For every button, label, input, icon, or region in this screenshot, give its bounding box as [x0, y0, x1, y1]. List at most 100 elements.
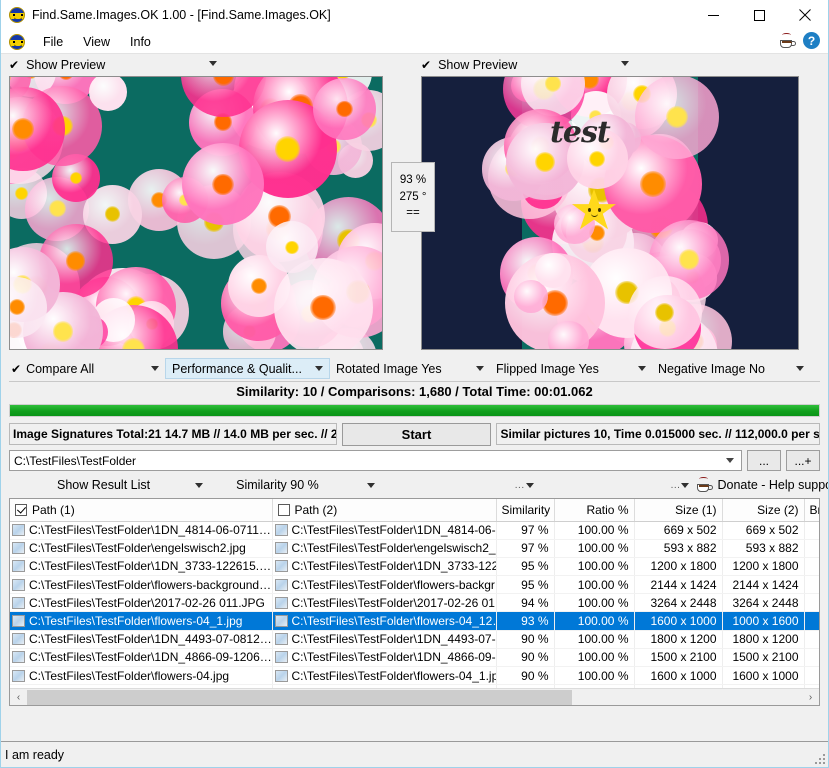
start-button[interactable]: Start [341, 422, 492, 446]
donate-dropdown[interactable]: Donate - Help suppo... [696, 477, 828, 492]
menu-item-view[interactable]: View [73, 33, 120, 51]
menu-item-info[interactable]: Info [120, 33, 161, 51]
chevron-down-icon-more-2[interactable] [681, 482, 690, 488]
option-performance-quality[interactable]: Performance & Qualit... [165, 358, 330, 379]
table-row[interactable]: C:\TestFiles\TestFolder\engelswisch2.jpg… [10, 539, 819, 558]
chevron-down-icon-right[interactable] [621, 61, 629, 66]
status-bar-text: I am ready [5, 747, 65, 762]
cell-path2-text: C:\TestFiles\TestFolder\1DN_4814-06-… [291, 523, 496, 538]
match-equals-indicator: == [406, 207, 420, 220]
cell-path2-text: C:\TestFiles\TestFolder\1DN_3733-122… [291, 559, 496, 574]
table-row[interactable]: C:\TestFiles\TestFolder\1DN_4866-09-1206… [10, 648, 819, 668]
cell-path2-text: C:\TestFiles\TestFolder\flowers-04_12… [291, 614, 496, 629]
table-row[interactable]: C:\TestFiles\TestFolder\1DN_3733-122615.… [10, 557, 819, 577]
column-header-similarity-label: Similarity [501, 502, 551, 517]
select-all-checkbox-path1[interactable] [15, 503, 27, 516]
cell-size2: 3264 x 2448 [722, 593, 805, 613]
chevron-down-icon-similarity[interactable] [366, 482, 375, 488]
check-icon-left: ✔ [9, 58, 20, 72]
preview-image-left[interactable] [9, 76, 383, 350]
similarity-threshold-dropdown[interactable]: Similarity 90 % [236, 478, 375, 492]
cell-size1: 1600 x 1000 [634, 611, 723, 631]
cell-size2: 1600 x 1000 [722, 666, 805, 686]
chevron-down-icon-path[interactable] [726, 458, 734, 463]
option-negative-image-label: Negative Image No [658, 361, 766, 376]
chevron-down-icon-negative[interactable] [796, 366, 804, 371]
chevron-down-icon-more-1[interactable] [525, 482, 534, 488]
browse-button[interactable]: ... [747, 450, 781, 471]
table-row[interactable]: C:\TestFiles\TestFolder\1DN_4814-06-0711… [10, 521, 819, 540]
chevron-down-icon-performance[interactable] [315, 366, 323, 371]
file-thumbnail-icon [274, 524, 288, 537]
option-flipped-image-label: Flipped Image Yes [496, 361, 599, 376]
cell-path2: C:\TestFiles\TestFolder\flowers-04_1.jpg [272, 666, 497, 686]
coffee-icon[interactable] [779, 32, 796, 48]
chevron-down-icon-flipped[interactable] [638, 366, 646, 371]
select-all-checkbox-path2[interactable] [277, 503, 290, 516]
option-flipped-image[interactable]: Flipped Image Yes [490, 358, 652, 379]
table-row[interactable]: C:\TestFiles\TestFolder\1DN_4493-07-0812… [10, 630, 819, 649]
maximize-icon[interactable] [736, 0, 782, 30]
title-bar: Find.Same.Images.OK 1.00 - [Find.Same.Im… [1, 0, 828, 30]
add-folder-button[interactable]: ...+ [786, 450, 820, 471]
similarity-summary: Similarity: 10 / Comparisons: 1,680 / To… [9, 381, 820, 401]
cell-size2: 1800 x 1200 [722, 630, 805, 649]
cell-size2: 1500 x 2100 [722, 648, 805, 668]
cell-path2-text: C:\TestFiles\TestFolder\2017-02-26 01… [291, 595, 496, 610]
cell-path2: C:\TestFiles\TestFolder\1DN_4493-07-… [272, 630, 497, 649]
scroll-right-arrow-icon[interactable]: › [802, 689, 819, 706]
cell-brightness [804, 557, 819, 577]
show-result-list-dropdown[interactable]: Show Result List [57, 478, 204, 492]
close-icon[interactable] [782, 0, 828, 30]
chevron-down-icon-compare-all[interactable] [151, 366, 159, 371]
option-negative-image[interactable]: Negative Image No [652, 358, 810, 379]
cell-path2-text: C:\TestFiles\TestFolder\1DN_4866-09-… [291, 650, 496, 665]
column-header-ratio[interactable]: Ratio % [554, 499, 635, 522]
help-icon[interactable]: ? [803, 32, 820, 49]
results-table[interactable]: Path (1) Path (2) Similarity Ratio % Siz… [9, 498, 820, 706]
cell-ratio: 100.00 % [554, 557, 635, 577]
cell-path2-text: C:\TestFiles\TestFolder\flowers-04_1.jpg [291, 668, 496, 683]
option-compare-all[interactable]: ✔ Compare All [5, 358, 165, 379]
check-icon-compare-all: ✔ [11, 361, 22, 376]
cell-ratio: 100.00 % [554, 648, 635, 668]
chevron-down-icon-left[interactable] [209, 61, 217, 66]
preview-image-right[interactable]: test [421, 76, 799, 350]
chevron-down-icon-result-list[interactable] [195, 482, 204, 488]
column-header-path1[interactable]: Path (1) [10, 499, 273, 522]
column-header-size1[interactable]: Size (1) [634, 499, 723, 522]
check-icon-right: ✔ [421, 58, 432, 72]
table-row[interactable]: C:\TestFiles\TestFolder\2017-02-26 011.J… [10, 593, 819, 613]
more-options-1-dropdown[interactable]: ... [515, 480, 534, 491]
more-options-2-dropdown[interactable]: ... [671, 480, 690, 491]
show-preview-toggle-right[interactable]: ✔ Show Preview [421, 54, 799, 76]
minimize-icon[interactable] [690, 0, 736, 30]
scrollbar-track[interactable] [27, 689, 802, 706]
option-rotated-image[interactable]: Rotated Image Yes [330, 358, 490, 379]
column-header-brightness[interactable]: Brigh [804, 499, 819, 522]
column-header-size2[interactable]: Size (2) [722, 499, 805, 522]
cell-size1: 3264 x 2448 [634, 593, 723, 613]
table-row[interactable]: C:\TestFiles\TestFolder\flowers-04_1.jpg… [10, 611, 819, 631]
horizontal-scrollbar[interactable]: ‹ › [10, 688, 819, 705]
similar-pictures-info: Similar pictures 10, Time 0.015000 sec. … [496, 423, 820, 445]
cell-path1-text: C:\TestFiles\TestFolder\flowers-04.jpg [29, 668, 230, 683]
column-header-similarity[interactable]: Similarity [496, 499, 555, 522]
menu-bar: File View Info ? [1, 30, 828, 54]
scroll-left-arrow-icon[interactable]: ‹ [10, 689, 27, 706]
resize-grip-icon[interactable] [815, 754, 825, 764]
menu-item-file[interactable]: File [33, 33, 73, 51]
menu-right-icons: ? [779, 32, 820, 49]
path-input[interactable]: C:\TestFiles\TestFolder [9, 450, 742, 471]
cell-brightness [804, 593, 819, 613]
chevron-down-icon-rotated[interactable] [476, 366, 484, 371]
file-thumbnail-icon [274, 578, 288, 591]
column-header-path2[interactable]: Path (2) [272, 499, 497, 522]
show-preview-toggle-left[interactable]: ✔ Show Preview [9, 54, 397, 76]
similarity-threshold-label: Similarity 90 % [236, 478, 319, 492]
table-row[interactable]: C:\TestFiles\TestFolder\flowers-04.jpg C:… [10, 666, 819, 686]
file-thumbnail-icon [12, 651, 25, 664]
path-row: C:\TestFiles\TestFolder ... ...+ [9, 450, 820, 471]
scrollbar-thumb[interactable] [27, 689, 572, 705]
table-row[interactable]: C:\TestFiles\TestFolder\flowers-backgrou… [10, 575, 819, 595]
